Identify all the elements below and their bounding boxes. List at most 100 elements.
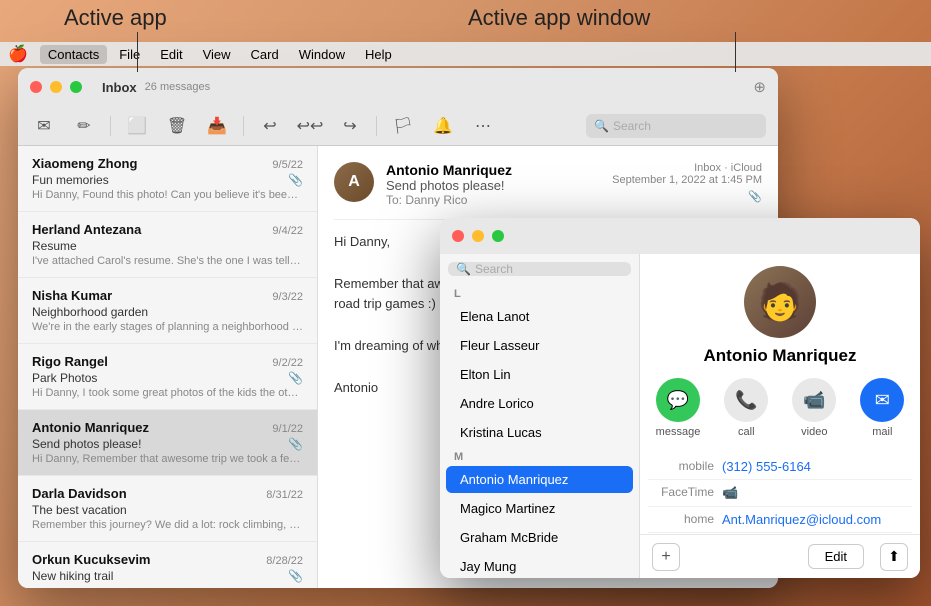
contact-item-jay[interactable]: Jay Mung xyxy=(446,553,633,578)
flag-button[interactable]: 🏳 xyxy=(389,112,417,140)
msg-subject: New hiking trail 📎 xyxy=(32,569,303,583)
maximize-button[interactable] xyxy=(70,81,82,93)
edit-contact-button[interactable]: Edit xyxy=(808,544,864,569)
msg-subject: Send photos please! 📎 xyxy=(32,437,303,451)
email-from: Antonio Manriquez xyxy=(386,162,600,178)
reply-all-button[interactable]: ↩↩ xyxy=(296,112,324,140)
message-action-label: message xyxy=(656,426,701,438)
contact-name-large: Antonio Manriquez xyxy=(640,346,920,366)
contact-action-call[interactable]: 📞 call xyxy=(724,378,768,438)
menubar-help[interactable]: Help xyxy=(357,45,400,64)
more-button[interactable]: ⋯ xyxy=(469,112,497,140)
contact-actions: 💬 message 📞 call 📹 video ✉ mail xyxy=(640,378,920,438)
msg-preview: Hi Danny, Remember that awesome trip we … xyxy=(32,453,303,465)
delete-button[interactable]: 🗑 xyxy=(163,112,191,140)
info-row-email: home Ant.Manriquez@icloud.com xyxy=(648,507,912,533)
message-list[interactable]: Xiaomeng Zhong 9/5/22 Fun memories 📎 Hi … xyxy=(18,146,318,588)
msg-date: 9/4/22 xyxy=(272,225,303,237)
share-contact-button[interactable]: ⬆ xyxy=(880,543,908,571)
message-item[interactable]: Nisha Kumar 9/3/22 Neighborhood garden W… xyxy=(18,278,317,344)
msg-sender: Orkun Kucuksevim xyxy=(32,552,151,567)
msg-date: 8/28/22 xyxy=(266,555,303,567)
email-date: September 1, 2022 at 1:45 PM xyxy=(612,174,762,186)
info-label-facetime: FaceTime xyxy=(648,480,718,507)
msg-date: 9/1/22 xyxy=(272,423,303,435)
message-item[interactable]: Xiaomeng Zhong 9/5/22 Fun memories 📎 Hi … xyxy=(18,146,317,212)
compose-button[interactable]: ✏ xyxy=(70,112,98,140)
message-action-icon: 💬 xyxy=(656,378,700,422)
forward-button[interactable]: ↪ xyxy=(336,112,364,140)
message-item[interactable]: Rigo Rangel 9/2/22 Park Photos 📎 Hi Dann… xyxy=(18,344,317,410)
call-action-label: call xyxy=(738,426,755,438)
add-contact-button[interactable]: + xyxy=(652,543,680,571)
get-mail-button[interactable]: ✉ xyxy=(30,112,58,140)
menubar-card[interactable]: Card xyxy=(243,45,287,64)
contact-item-magico[interactable]: Magico Martinez xyxy=(446,495,633,522)
contacts-close-button[interactable] xyxy=(452,230,464,242)
search-placeholder: Search xyxy=(475,262,513,276)
info-value-facetime[interactable]: 📹 xyxy=(718,480,912,507)
contact-action-mail[interactable]: ✉ mail xyxy=(860,378,904,438)
contact-detail-panel: 🧑 Antonio Manriquez 💬 message 📞 call 📹 v… xyxy=(640,218,920,578)
video-action-icon: 📹 xyxy=(792,378,836,422)
msg-date: 9/5/22 xyxy=(272,159,303,171)
info-row-mobile: mobile (312) 555-6164 xyxy=(648,454,912,480)
contact-item-elena[interactable]: Elena Lanot xyxy=(446,303,633,330)
email-header: A Antonio Manriquez Send photos please! … xyxy=(334,162,762,220)
msg-sender: Xiaomeng Zhong xyxy=(32,156,137,171)
attachment-icon: 📎 xyxy=(288,173,303,187)
email-time-info: Inbox · iCloud September 1, 2022 at 1:45… xyxy=(612,162,762,203)
minimize-button[interactable] xyxy=(50,81,62,93)
archive-button[interactable]: ⬜ xyxy=(123,112,151,140)
msg-subject: Park Photos 📎 xyxy=(32,371,303,385)
msg-sender: Rigo Rangel xyxy=(32,354,108,369)
menubar: 🍎 Contacts File Edit View Card Window He… xyxy=(0,42,931,66)
contact-item-graham[interactable]: Graham McBride xyxy=(446,524,633,551)
compose-icon[interactable]: ⊕ xyxy=(753,78,766,96)
msg-preview: Remember this journey? We did a lot: roc… xyxy=(32,519,303,531)
contact-item-kristina[interactable]: Kristina Lucas xyxy=(446,419,633,446)
info-value-email[interactable]: Ant.Manriquez@icloud.com xyxy=(718,507,912,533)
contact-item-andre[interactable]: Andre Lorico xyxy=(446,390,633,417)
email-inbox-label: Inbox · iCloud xyxy=(612,162,762,174)
message-item[interactable]: Darla Davidson 8/31/22 The best vacation… xyxy=(18,476,317,542)
message-item[interactable]: Orkun Kucuksevim 8/28/22 New hiking trai… xyxy=(18,542,317,588)
menubar-contacts[interactable]: Contacts xyxy=(40,45,107,64)
menubar-edit[interactable]: Edit xyxy=(152,45,190,64)
close-button[interactable] xyxy=(30,81,42,93)
menubar-file[interactable]: File xyxy=(111,45,148,64)
contact-avatar-large: 🧑 xyxy=(744,266,816,338)
reply-button[interactable]: ↩ xyxy=(256,112,284,140)
info-row-facetime: FaceTime 📹 xyxy=(648,480,912,507)
contact-item-antonio[interactable]: Antonio Manriquez xyxy=(446,466,633,493)
message-item-selected[interactable]: Antonio Manriquez 9/1/22 Send photos ple… xyxy=(18,410,317,476)
menubar-window[interactable]: Window xyxy=(291,45,353,64)
msg-date: 9/3/22 xyxy=(272,291,303,303)
search-placeholder: Search xyxy=(613,119,651,133)
contact-action-video[interactable]: 📹 video xyxy=(792,378,836,438)
apple-menu[interactable]: 🍎 xyxy=(8,44,28,64)
contacts-minimize-button[interactable] xyxy=(472,230,484,242)
search-icon: 🔍 xyxy=(594,119,609,133)
info-value-mobile[interactable]: (312) 555-6164 xyxy=(718,454,912,480)
contact-item-elton[interactable]: Elton Lin xyxy=(446,361,633,388)
msg-subject: The best vacation xyxy=(32,503,303,517)
search-bar[interactable]: 🔍 Search xyxy=(586,114,766,138)
message-item[interactable]: Herland Antezana 9/4/22 Resume I've atta… xyxy=(18,212,317,278)
move-button[interactable]: 📥 xyxy=(203,112,231,140)
menubar-view[interactable]: View xyxy=(195,45,239,64)
attachment-icon: 📎 xyxy=(288,437,303,451)
search-icon: 🔍 xyxy=(456,262,471,276)
notify-button[interactable]: 🔔 xyxy=(429,112,457,140)
contacts-search[interactable]: 🔍 Search xyxy=(448,262,631,276)
info-label-mobile: mobile xyxy=(648,454,718,480)
video-action-label: video xyxy=(801,426,827,438)
msg-sender: Antonio Manriquez xyxy=(32,420,149,435)
contacts-maximize-button[interactable] xyxy=(492,230,504,242)
mail-title: Inbox xyxy=(102,80,137,95)
msg-subject: Neighborhood garden xyxy=(32,305,303,319)
contact-item-fleur[interactable]: Fleur Lasseur xyxy=(446,332,633,359)
contacts-list-panel: 🔍 Search L Elena Lanot Fleur Lasseur Elt… xyxy=(440,218,640,578)
msg-date: 8/31/22 xyxy=(266,489,303,501)
contact-action-message[interactable]: 💬 message xyxy=(656,378,701,438)
